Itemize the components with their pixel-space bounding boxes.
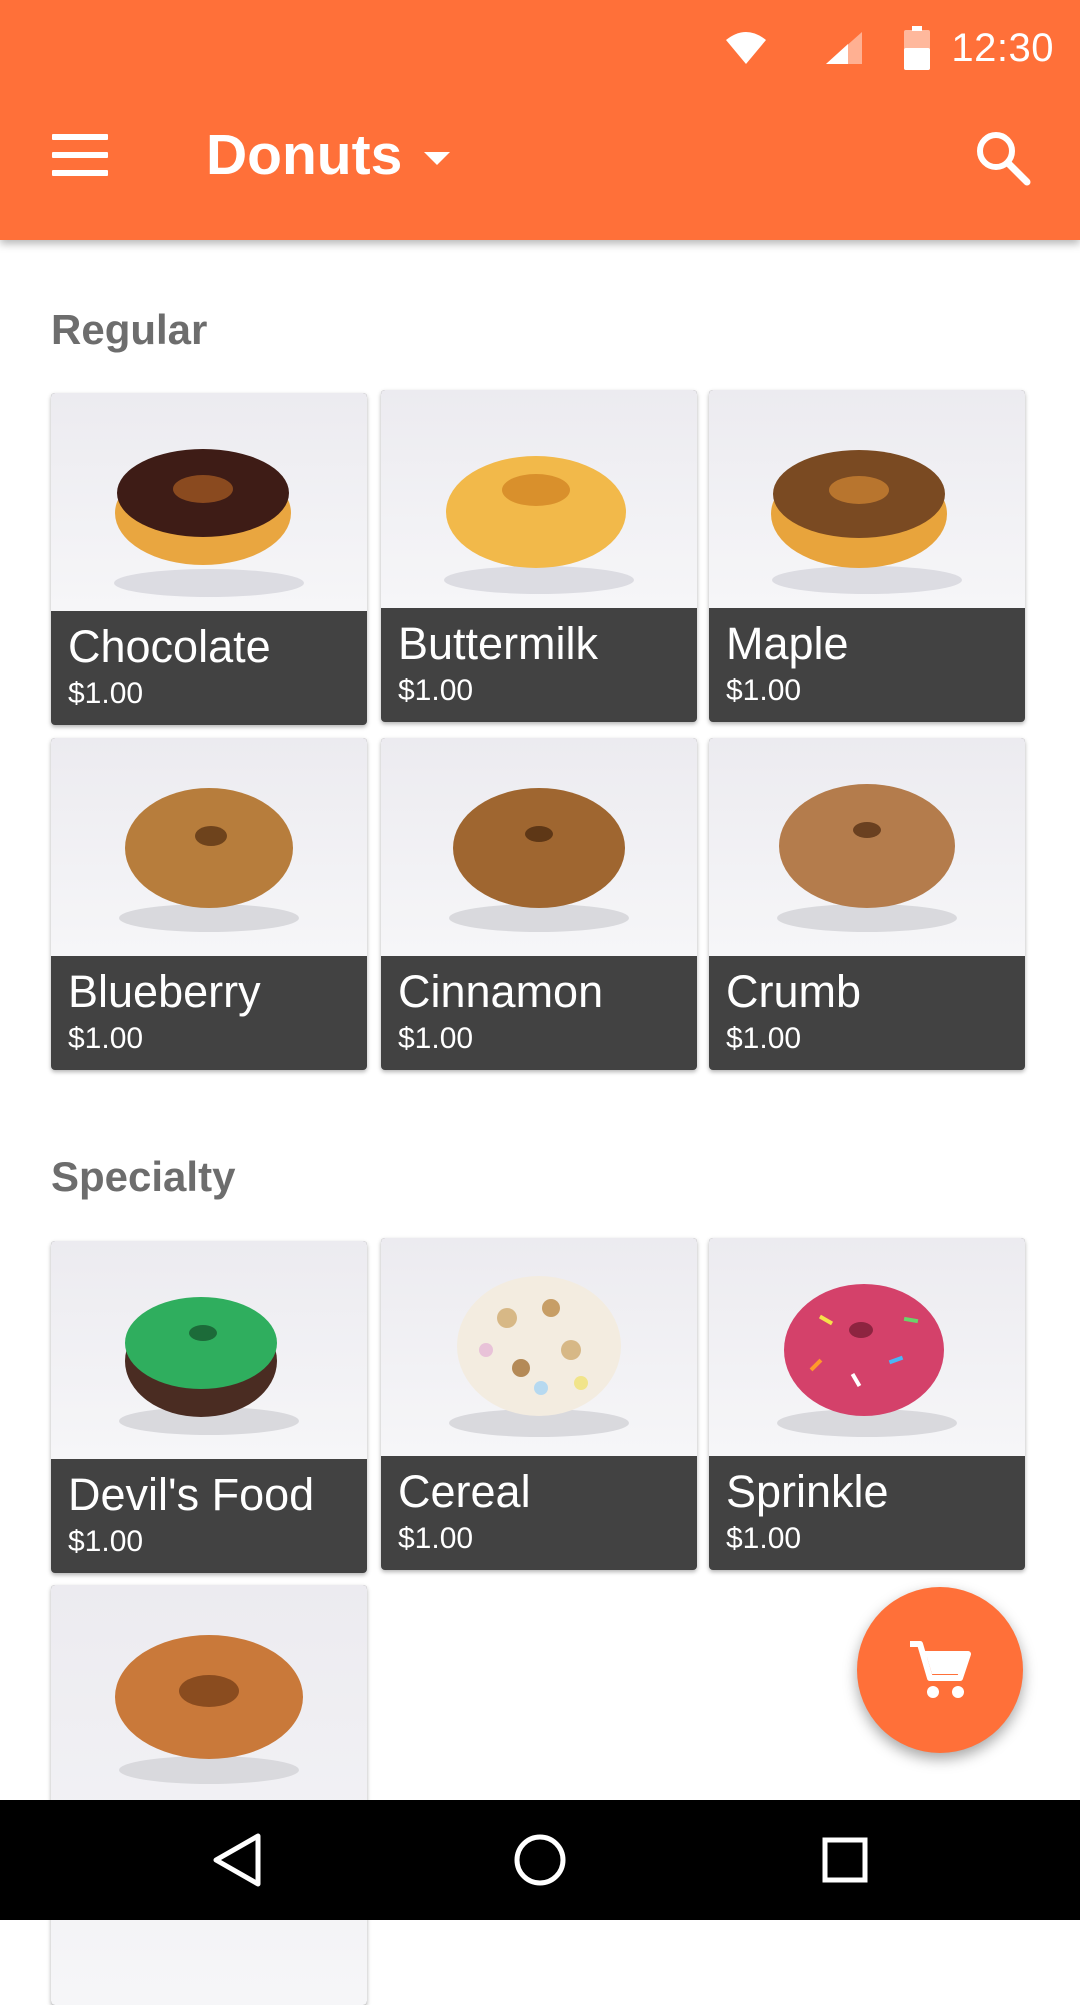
product-card-maple[interactable]: Maple $1.00 (709, 390, 1025, 722)
product-price: $1.00 (398, 674, 474, 707)
navigation-bar (0, 1800, 1080, 1920)
product-name: Maple (726, 618, 849, 669)
product-card-cereal[interactable]: Cereal $1.00 (381, 1238, 697, 1570)
search-icon[interactable] (973, 128, 1033, 188)
wifi-icon (726, 32, 766, 64)
product-card-devils-food[interactable]: Devil's Food $1.00 (51, 1241, 367, 1573)
product-name: Sprinkle (726, 1466, 889, 1517)
status-bar: 12:30 (680, 12, 1080, 70)
app-bar: 12:30 Donuts (0, 0, 1080, 240)
caret-down-icon (424, 151, 451, 165)
donut-photo (381, 1238, 697, 1456)
product-name: Cinnamon (398, 966, 604, 1017)
product-price: $1.00 (68, 1525, 144, 1558)
product-card-cinnamon[interactable]: Cinnamon $1.00 (381, 738, 697, 1070)
back-icon[interactable] (210, 1830, 264, 1890)
cart-icon (910, 1641, 971, 1698)
product-name: Blueberry (68, 966, 261, 1017)
donut-photo (51, 738, 367, 956)
product-card-buttermilk[interactable]: Buttermilk $1.00 (381, 390, 697, 722)
donut-photo (709, 390, 1025, 608)
donut-photo (381, 390, 697, 608)
donut-photo (709, 1238, 1025, 1456)
product-price: $1.00 (726, 1522, 802, 1555)
status-time: 12:30 (951, 26, 1054, 70)
donut-photo (381, 738, 697, 956)
cart-fab[interactable] (857, 1587, 1023, 1753)
battery-icon (904, 26, 930, 70)
product-name: Chocolate (68, 621, 271, 672)
product-price: $1.00 (68, 1022, 144, 1055)
signal-icon (826, 32, 862, 64)
section-title-regular: Regular (51, 306, 208, 353)
product-name: Devil's Food (68, 1469, 315, 1520)
donut-photo (709, 738, 1025, 956)
product-card-sprinkle[interactable]: Sprinkle $1.00 (709, 1238, 1025, 1570)
product-name: Crumb (726, 966, 862, 1017)
product-card-chocolate[interactable]: Chocolate $1.00 (51, 393, 367, 725)
toolbar-title: Donuts (206, 123, 403, 187)
product-card-crumb[interactable]: Crumb $1.00 (709, 738, 1025, 1070)
donut-photo (51, 1585, 367, 2005)
menu-icon[interactable] (52, 134, 108, 176)
product-card-partial[interactable] (51, 1585, 367, 2005)
product-price: $1.00 (68, 677, 144, 710)
product-price: $1.00 (398, 1522, 474, 1555)
product-card-blueberry[interactable]: Blueberry $1.00 (51, 738, 367, 1070)
home-icon[interactable] (512, 1830, 568, 1890)
section-title-specialty: Specialty (51, 1153, 236, 1200)
recents-icon[interactable] (820, 1830, 870, 1890)
product-name: Cereal (398, 1466, 531, 1517)
donut-photo (51, 1241, 367, 1459)
product-price: $1.00 (726, 1022, 802, 1055)
donut-photo (51, 393, 367, 611)
product-price: $1.00 (726, 674, 802, 707)
category-dropdown[interactable]: Donuts (206, 122, 451, 188)
product-name: Buttermilk (398, 618, 599, 669)
product-price: $1.00 (398, 1022, 474, 1055)
